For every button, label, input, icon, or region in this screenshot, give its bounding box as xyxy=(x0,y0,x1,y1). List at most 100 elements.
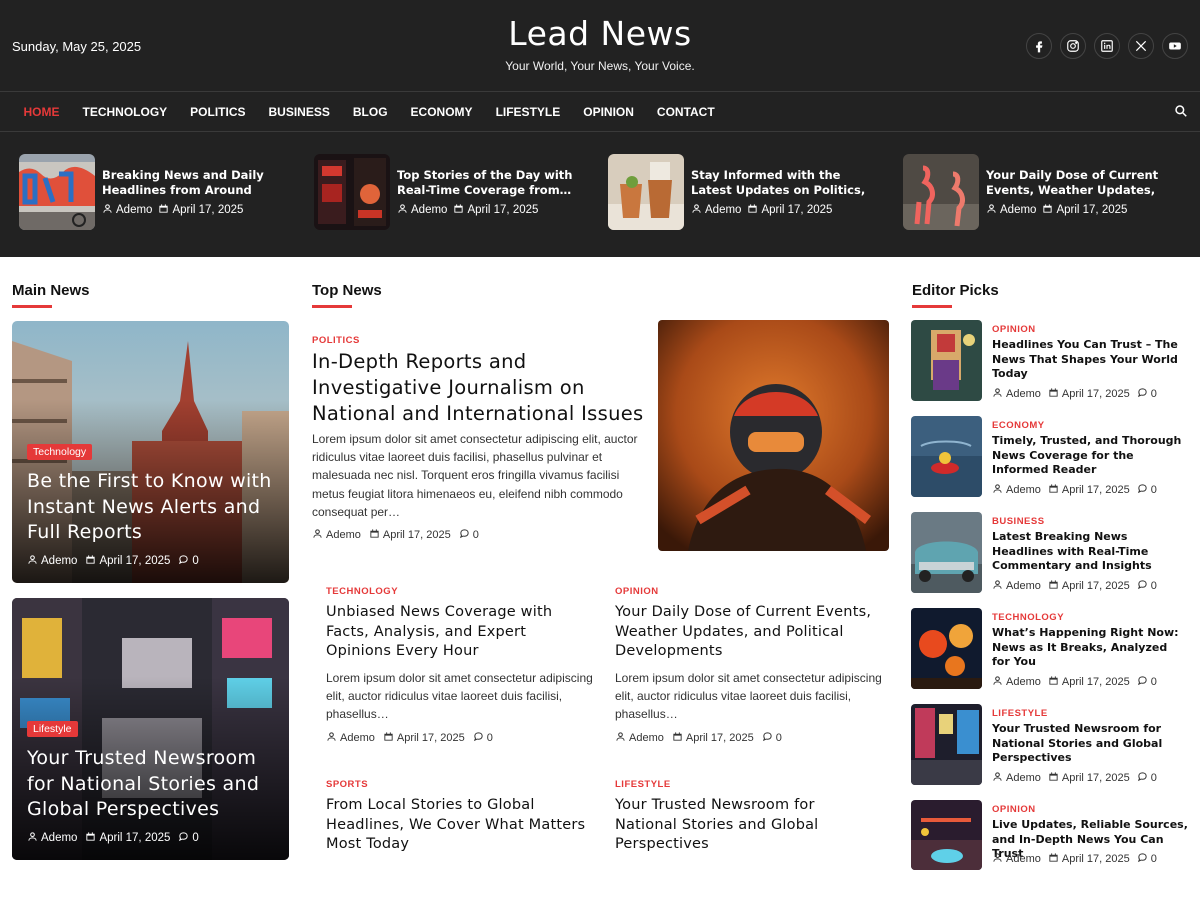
editor-pick-item[interactable]: OPINION Headlines You Can Trust – The New… xyxy=(911,320,1191,402)
ticker-thumbnail[interactable] xyxy=(19,154,95,230)
editor-pick-category[interactable]: LIFESTYLE xyxy=(992,708,1048,719)
editor-pick-item[interactable]: OPINION Live Updates, Reliable Sources, a… xyxy=(911,800,1191,882)
post-author[interactable]: Ademo xyxy=(41,555,77,567)
post-author[interactable]: Ademo xyxy=(340,732,375,744)
post-date[interactable]: April 17, 2025 xyxy=(383,529,451,541)
comment-count[interactable]: 0 xyxy=(192,832,198,844)
comment-count[interactable]: 0 xyxy=(1151,853,1157,865)
post-date[interactable]: April 17, 2025 xyxy=(99,832,170,844)
comment-count[interactable]: 0 xyxy=(776,732,782,744)
category-badge[interactable]: Lifestyle xyxy=(27,721,78,737)
ticker-title[interactable]: Stay Informed with the Latest Updates on… xyxy=(691,168,871,198)
editor-pick-category[interactable]: OPINION xyxy=(992,324,1036,335)
comment-count[interactable]: 0 xyxy=(487,732,493,744)
category-badge[interactable]: Technology xyxy=(27,444,93,460)
featured-image[interactable] xyxy=(658,320,889,551)
nav-item-blog[interactable]: BLOG xyxy=(341,105,399,119)
ticker-thumbnail[interactable] xyxy=(314,154,390,230)
post-date[interactable]: April 17, 2025 xyxy=(1062,772,1130,784)
editor-pick-thumbnail[interactable] xyxy=(911,608,982,689)
ticker-date[interactable]: April 17, 2025 xyxy=(761,204,832,216)
comment-count[interactable]: 0 xyxy=(192,555,198,567)
nav-item-contact[interactable]: CONTACT xyxy=(645,105,726,119)
editor-pick-title[interactable]: Your Trusted Newsroom for National Stori… xyxy=(992,722,1188,766)
ticker-item[interactable]: Stay Informed with the Latest Updates on… xyxy=(608,154,888,230)
nav-item-business[interactable]: BUSINESS xyxy=(257,105,341,119)
ticker-date[interactable]: April 17, 2025 xyxy=(172,204,243,216)
comment-count[interactable]: 0 xyxy=(1151,772,1157,784)
featured-title[interactable]: In-Depth Reports and Investigative Journ… xyxy=(312,349,647,427)
editor-pick-category[interactable]: TECHNOLOGY xyxy=(992,612,1064,623)
editor-pick-thumbnail[interactable] xyxy=(911,320,982,401)
post-date[interactable]: April 17, 2025 xyxy=(1062,388,1130,400)
ticker-title[interactable]: Breaking News and Daily Headlines from A… xyxy=(102,168,282,198)
linkedin-icon[interactable] xyxy=(1094,33,1120,59)
ticker-thumbnail[interactable] xyxy=(903,154,979,230)
post-date[interactable]: April 17, 2025 xyxy=(1062,853,1130,865)
ticker-title[interactable]: Your Daily Dose of Current Events, Weath… xyxy=(986,168,1166,198)
editor-pick-category[interactable]: BUSINESS xyxy=(992,516,1045,527)
youtube-icon[interactable] xyxy=(1162,33,1188,59)
post-author[interactable]: Ademo xyxy=(1006,484,1041,496)
post-category[interactable]: OPINION xyxy=(615,586,659,597)
ticker-author[interactable]: Ademo xyxy=(1000,204,1036,216)
post-category[interactable]: SPORTS xyxy=(326,779,368,790)
x-icon[interactable] xyxy=(1128,33,1154,59)
ticker-author[interactable]: Ademo xyxy=(116,204,152,216)
ticker-author[interactable]: Ademo xyxy=(705,204,741,216)
post-author[interactable]: Ademo xyxy=(1006,580,1041,592)
comment-count[interactable]: 0 xyxy=(1151,484,1157,496)
nav-item-opinion[interactable]: OPINION xyxy=(572,105,646,119)
editor-pick-thumbnail[interactable] xyxy=(911,800,982,870)
post-author[interactable]: Ademo xyxy=(629,732,664,744)
editor-pick-item[interactable]: LIFESTYLE Your Trusted Newsroom for Natio… xyxy=(911,704,1191,786)
comment-count[interactable]: 0 xyxy=(1151,388,1157,400)
comment-count[interactable]: 0 xyxy=(1151,676,1157,688)
post-author[interactable]: Ademo xyxy=(1006,772,1041,784)
post-title[interactable]: Your Trusted Newsroom for National Stori… xyxy=(615,796,880,855)
ticker-item[interactable]: Breaking News and Daily Headlines from A… xyxy=(19,154,299,230)
main-news-title[interactable]: Your Trusted Newsroom for National Stori… xyxy=(27,746,282,823)
main-news-card[interactable]: Lifestyle Your Trusted Newsroom for Nati… xyxy=(12,598,289,860)
nav-item-economy[interactable]: ECONOMY xyxy=(399,105,484,119)
nav-item-home[interactable]: HOME xyxy=(12,105,71,119)
comment-count[interactable]: 0 xyxy=(1151,580,1157,592)
editor-pick-item[interactable]: TECHNOLOGY What’s Happening Right Now: Ne… xyxy=(911,608,1191,690)
editor-pick-title[interactable]: Headlines You Can Trust – The News That … xyxy=(992,338,1188,382)
post-author[interactable]: Ademo xyxy=(1006,388,1041,400)
post-date[interactable]: April 17, 2025 xyxy=(1062,580,1130,592)
ticker-item[interactable]: Your Daily Dose of Current Events, Weath… xyxy=(903,154,1183,230)
post-category[interactable]: LIFESTYLE xyxy=(615,779,671,790)
ticker-title[interactable]: Top Stories of the Day with Real-Time Co… xyxy=(397,168,577,198)
ticker-thumbnail[interactable] xyxy=(608,154,684,230)
site-title[interactable]: Lead News xyxy=(508,14,691,53)
nav-item-lifestyle[interactable]: LIFESTYLE xyxy=(484,105,572,119)
ticker-date[interactable]: April 17, 2025 xyxy=(1056,204,1127,216)
post-author[interactable]: Ademo xyxy=(41,832,77,844)
editor-pick-thumbnail[interactable] xyxy=(911,512,982,593)
post-title[interactable]: Unbiased News Coverage with Facts, Analy… xyxy=(326,603,591,662)
editor-pick-title[interactable]: What’s Happening Right Now: News as It B… xyxy=(992,626,1188,670)
ticker-date[interactable]: April 17, 2025 xyxy=(467,204,538,216)
post-author[interactable]: Ademo xyxy=(1006,853,1041,865)
nav-item-technology[interactable]: TECHNOLOGY xyxy=(71,105,179,119)
post-category[interactable]: TECHNOLOGY xyxy=(326,586,398,597)
facebook-icon[interactable] xyxy=(1026,33,1052,59)
editor-pick-title[interactable]: Timely, Trusted, and Thorough News Cover… xyxy=(992,434,1188,478)
main-news-title[interactable]: Be the First to Know with Instant News A… xyxy=(27,469,282,546)
editor-pick-category[interactable]: ECONOMY xyxy=(992,420,1045,431)
nav-item-politics[interactable]: POLITICS xyxy=(179,105,257,119)
editor-pick-thumbnail[interactable] xyxy=(911,416,982,497)
post-author[interactable]: Ademo xyxy=(1006,676,1041,688)
post-date[interactable]: April 17, 2025 xyxy=(397,732,465,744)
instagram-icon[interactable] xyxy=(1060,33,1086,59)
comment-count[interactable]: 0 xyxy=(473,529,479,541)
ticker-item[interactable]: Top Stories of the Day with Real-Time Co… xyxy=(314,154,594,230)
editor-pick-item[interactable]: BUSINESS Latest Breaking News Headlines w… xyxy=(911,512,1191,594)
main-news-card[interactable]: Technology Be the First to Know with Ins… xyxy=(12,321,289,583)
post-date[interactable]: April 17, 2025 xyxy=(1062,484,1130,496)
post-date[interactable]: April 17, 2025 xyxy=(1062,676,1130,688)
post-date[interactable]: April 17, 2025 xyxy=(686,732,754,744)
featured-category[interactable]: POLITICS xyxy=(312,335,360,346)
editor-pick-title[interactable]: Latest Breaking News Headlines with Real… xyxy=(992,530,1188,574)
